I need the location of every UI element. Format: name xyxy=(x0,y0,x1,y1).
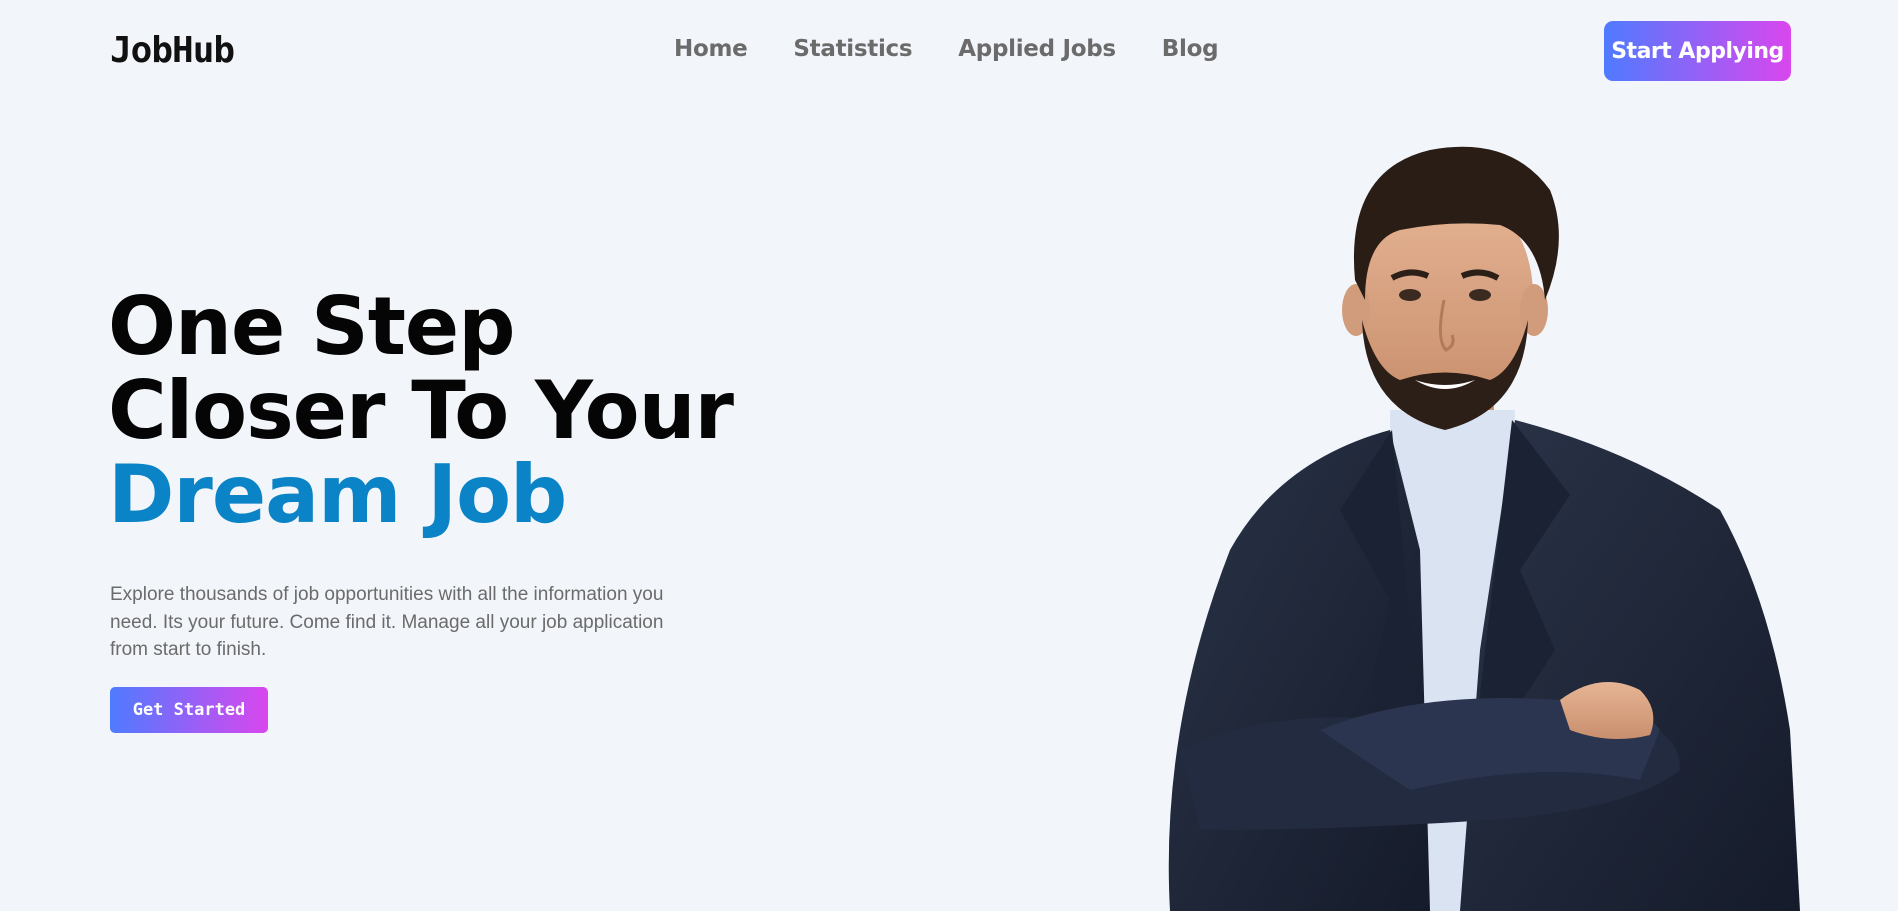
main-nav: Home Statistics Applied Jobs Blog xyxy=(674,36,1219,62)
nav-home[interactable]: Home xyxy=(674,36,748,62)
start-applying-button[interactable]: Start Applying xyxy=(1604,21,1791,81)
site-logo[interactable]: JobHub xyxy=(110,30,235,71)
nav-statistics[interactable]: Statistics xyxy=(793,36,912,62)
hero-title: One Step Closer To Your Dream Job xyxy=(108,280,734,541)
get-started-button[interactable]: Get Started xyxy=(110,687,268,733)
hero-title-line-2: Closer To Your xyxy=(108,364,734,457)
nav-applied-jobs[interactable]: Applied Jobs xyxy=(958,36,1116,62)
landing-page: JobHub Home Statistics Applied Jobs Blog… xyxy=(0,0,1898,911)
hero-title-accent: Dream Job xyxy=(108,448,567,541)
hero-title-line-1: One Step xyxy=(108,280,515,373)
nav-blog[interactable]: Blog xyxy=(1162,36,1219,62)
hero-description: Explore thousands of job opportunities w… xyxy=(110,584,664,660)
hero-portrait-image xyxy=(1168,146,1800,911)
